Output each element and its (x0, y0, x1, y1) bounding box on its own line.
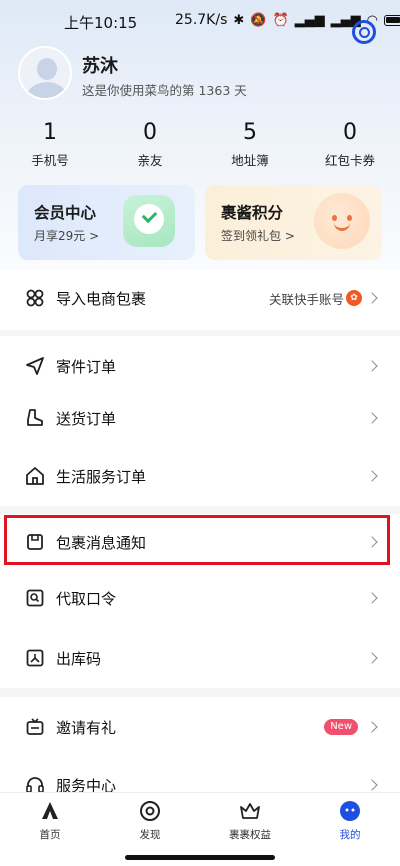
search-box-icon (24, 587, 46, 609)
highlight-annotation (4, 515, 390, 565)
import-ecommerce-row[interactable]: 导入电商包裹 关联快手账号 ✿ (0, 270, 400, 326)
stat-address-book[interactable]: 5 地址簿 (200, 118, 300, 178)
chevron-right-icon (366, 470, 378, 482)
boot-icon (24, 407, 46, 429)
nav-label: 裹裹权益 (229, 829, 271, 841)
row-label: 寄件订单 (56, 357, 117, 376)
chevron-right-icon (366, 360, 378, 372)
chevron-right-icon (366, 779, 378, 791)
chevron-right-icon (366, 652, 378, 664)
stat-coupons[interactable]: 0 红包卡券 (300, 118, 400, 178)
row-label: 生活服务订单 (56, 467, 147, 486)
smiley-mascot-icon (314, 193, 370, 249)
link-kuaishou-text: 关联快手账号 (268, 291, 344, 307)
pickup-code-row[interactable]: 代取口令 (0, 568, 400, 628)
nav-benefits[interactable]: 裹裹权益 (200, 799, 300, 842)
mine-avatar-icon (338, 799, 362, 823)
nav-mine[interactable]: 我的 (300, 799, 400, 842)
stat-label: 手机号 (31, 153, 69, 168)
tv-gift-icon (24, 716, 46, 738)
status-bar: 上午10:15 25.7K/s ✱ 🔕 ⏰ ▂▄▆ ▂▄▆ ◠ (0, 0, 400, 44)
nav-discover[interactable]: 发现 (100, 799, 200, 842)
stat-value: 5 (243, 120, 257, 145)
nav-home[interactable]: 首页 (0, 799, 100, 842)
row-label: 代取口令 (56, 589, 117, 608)
alarm-icon: ⏰ (272, 12, 289, 28)
network-speed: 25.7K/s (175, 12, 228, 28)
stat-label: 地址簿 (231, 153, 269, 168)
stats-bar: 1 手机号 0 亲友 5 地址簿 0 红包卡券 (0, 118, 400, 178)
member-center-card[interactable]: 会员中心 月享29元 > (18, 185, 195, 260)
check-badge-icon (123, 195, 175, 247)
home-logo-icon (38, 799, 62, 823)
chevron-right-icon (366, 292, 378, 304)
stat-label: 红包卡券 (324, 153, 375, 168)
chevron-right-icon (366, 592, 378, 604)
kuaishou-icon: ✿ (346, 290, 362, 306)
invite-row[interactable]: 邀请有礼 New (0, 697, 400, 757)
life-service-orders-row[interactable]: 生活服务订单 (0, 446, 400, 506)
nav-label: 我的 (339, 829, 361, 841)
mute-icon: 🔕 (250, 12, 267, 28)
chevron-right-icon (366, 721, 378, 733)
extra-section: 邀请有礼 New 服务中心 (0, 697, 400, 795)
house-icon (24, 465, 46, 487)
new-badge: New (324, 719, 358, 735)
row-label: 导入电商包裹 (56, 289, 147, 308)
username[interactable]: 苏沐 (82, 52, 118, 78)
send-orders-row[interactable]: 寄件订单 (0, 336, 400, 396)
stat-value: 1 (43, 120, 57, 145)
card-subtitle: 签到领礼包 > (221, 229, 295, 243)
card-subtitle: 月享29元 > (34, 229, 100, 243)
orders-section: 寄件订单 送货订单 生活服务订单 (0, 336, 400, 506)
battery-icon (384, 14, 400, 26)
user-days-text: 这是你使用菜鸟的第 1363 天 (82, 83, 247, 98)
nav-label: 首页 (39, 829, 61, 841)
import-section: 导入电商包裹 关联快手账号 ✿ (0, 270, 400, 326)
chevron-right-icon (366, 412, 378, 424)
card-title: 裹酱积分 (221, 204, 284, 222)
nav-label: 发现 (139, 829, 161, 841)
stat-value: 0 (343, 120, 357, 145)
stat-friends[interactable]: 0 亲友 (100, 118, 200, 178)
stat-label: 亲友 (137, 153, 163, 168)
row-label: 邀请有礼 (56, 718, 117, 737)
paper-plane-icon (24, 355, 46, 377)
bluetooth-icon: ✱ (233, 12, 245, 28)
avatar[interactable] (18, 46, 72, 100)
settings-icon[interactable] (352, 20, 376, 44)
screen: 上午10:15 25.7K/s ✱ 🔕 ⏰ ▂▄▆ ▂▄▆ ◠ 苏沐 这是你使用… (0, 0, 400, 866)
points-card[interactable]: 裹酱积分 签到领礼包 > (205, 185, 382, 260)
crown-icon (238, 799, 262, 823)
status-time: 上午10:15 (64, 14, 138, 32)
discover-icon (138, 799, 162, 823)
delivery-orders-row[interactable]: 送货订单 (0, 388, 400, 448)
shopping-cart-icon (24, 287, 46, 309)
row-label: 送货订单 (56, 409, 117, 428)
stat-value: 0 (143, 120, 157, 145)
barcode-box-icon (24, 647, 46, 669)
signal-icon: ▂▄▆ (294, 12, 325, 28)
stat-phone[interactable]: 1 手机号 (0, 118, 100, 178)
outbound-code-row[interactable]: 出库码 (0, 628, 400, 688)
row-label: 出库码 (56, 649, 102, 668)
home-indicator[interactable] (125, 855, 275, 860)
card-title: 会员中心 (34, 204, 97, 222)
